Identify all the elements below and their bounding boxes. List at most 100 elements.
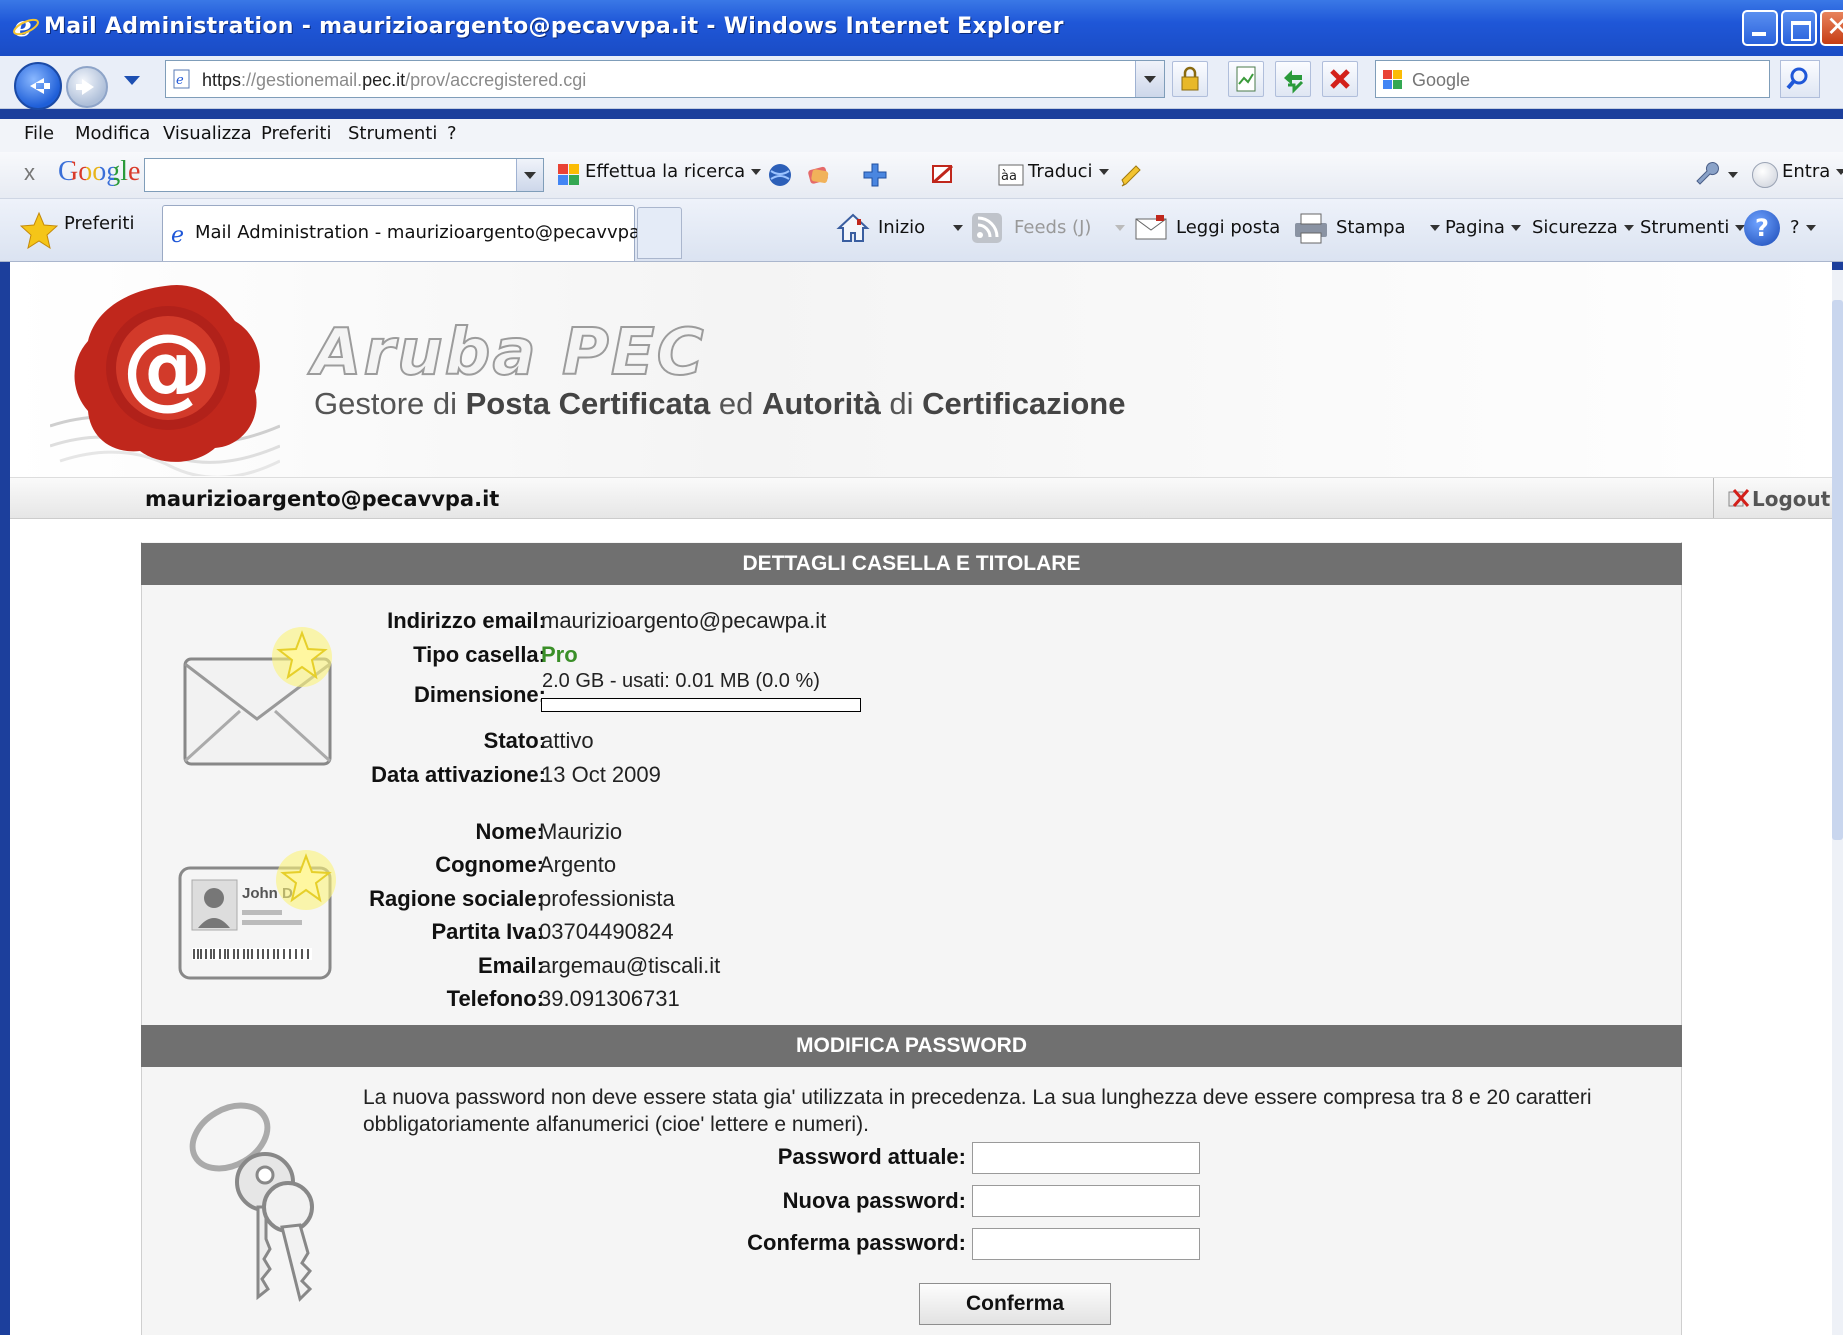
confirm-button[interactable]: Conferma bbox=[919, 1283, 1111, 1325]
stop-button[interactable] bbox=[1322, 61, 1358, 97]
vertical-scrollbar[interactable] bbox=[1832, 270, 1843, 1335]
favorites-tab-bar: Preferiti e Mail Administration - mauriz… bbox=[0, 199, 1843, 262]
svg-text:e: e bbox=[171, 223, 184, 246]
page-viewport: @ Aruba PEC Gestore di Posta Certificata… bbox=[10, 262, 1832, 1335]
new-password-label: Nuova password: bbox=[782, 1188, 966, 1213]
activation-date-value: 13 Oct 2009 bbox=[541, 762, 661, 787]
lock-icon bbox=[1181, 66, 1199, 91]
print-icon bbox=[1295, 213, 1327, 244]
password-rules-notice: La nuova password non deve essere stata … bbox=[363, 1086, 1592, 1136]
menu-file[interactable]: File bbox=[24, 123, 54, 144]
page-icon: e bbox=[173, 69, 190, 89]
phone-value: 39.091306731 bbox=[539, 986, 680, 1011]
menu-bar: File Modifica Visualizza Preferiti Strum… bbox=[0, 119, 1843, 153]
name-value: Maurizio bbox=[539, 819, 623, 844]
menu-strumenti[interactable]: Strumenti bbox=[348, 123, 437, 144]
confirm-password-input[interactable] bbox=[972, 1228, 1200, 1260]
search-go-button[interactable] bbox=[1780, 60, 1820, 98]
confirm-password-label: Conferma password: bbox=[747, 1230, 966, 1255]
minimize-button[interactable] bbox=[1742, 10, 1778, 46]
help-menu-button[interactable]: ? bbox=[1790, 217, 1816, 238]
menu-preferiti[interactable]: Preferiti bbox=[261, 123, 332, 144]
current-password-label: Password attuale: bbox=[777, 1144, 966, 1169]
home-icon bbox=[836, 213, 870, 242]
current-password-input[interactable] bbox=[972, 1142, 1200, 1174]
email-value: maurizioargento@pecawpa.it bbox=[541, 608, 827, 633]
size-label: Dimensione: bbox=[413, 682, 546, 707]
ie-tab-icon: e bbox=[171, 223, 184, 246]
wrench-icon[interactable] bbox=[1694, 162, 1720, 188]
signin-button[interactable]: Entra bbox=[1782, 161, 1843, 182]
user-bar: maurizioargento@pecavvpa.it Logout bbox=[10, 477, 1832, 519]
mailbox-type-value: Pro bbox=[541, 642, 578, 667]
email-label: Indirizzo email: bbox=[387, 608, 546, 633]
title-bar: e Mail Administration - maurizioargento@… bbox=[0, 0, 1843, 56]
google-toolbar: x Google Effettua la ricerca àa Traduci … bbox=[0, 152, 1843, 199]
print-button[interactable]: Stampa bbox=[1336, 217, 1440, 238]
help-icon[interactable]: ? bbox=[1744, 210, 1780, 246]
address-bar[interactable]: e https://gestionemail.pec.it/prov/accre… bbox=[165, 60, 1165, 98]
restore-button[interactable] bbox=[1781, 10, 1817, 46]
keys-icon bbox=[189, 1102, 314, 1302]
home-button[interactable]: Inizio bbox=[878, 217, 964, 238]
owner-email-label: Email: bbox=[477, 953, 544, 978]
settings-dropdown-icon[interactable] bbox=[1728, 172, 1738, 178]
signin-circle-icon bbox=[1752, 162, 1778, 188]
favorites-button[interactable]: Preferiti bbox=[64, 213, 135, 234]
owner-email-value: argemau@tiscali.it bbox=[539, 953, 721, 978]
close-icon: ✕ bbox=[1826, 10, 1843, 43]
page-menu-button[interactable]: Pagina bbox=[1445, 217, 1521, 238]
highlighter-icon[interactable] bbox=[1118, 162, 1144, 188]
search-icon bbox=[1786, 67, 1808, 90]
translate-button[interactable]: Traduci bbox=[1028, 161, 1109, 182]
size-value: 2.0 GB - usati: 0.01 MB (0.0 %) bbox=[542, 670, 820, 692]
lock-button[interactable] bbox=[1172, 61, 1208, 97]
browser-tab-active[interactable]: e Mail Administration - maurizioargento@… bbox=[162, 205, 658, 261]
scrollbar-thumb[interactable] bbox=[1832, 300, 1843, 840]
close-window-button[interactable]: ✕ bbox=[1820, 10, 1843, 46]
svg-text:e: e bbox=[176, 73, 184, 88]
search-box[interactable] bbox=[1375, 60, 1770, 98]
bookmarks-icon[interactable] bbox=[806, 162, 832, 188]
menu-modifica[interactable]: Modifica bbox=[75, 123, 150, 144]
read-mail-button[interactable]: Leggi posta bbox=[1176, 217, 1280, 238]
surname-label: Cognome: bbox=[435, 852, 544, 877]
close-toolbar-icon[interactable]: x bbox=[24, 160, 35, 186]
restore-icon bbox=[1791, 21, 1811, 41]
status-value: attivo bbox=[541, 728, 594, 753]
menu-visualizza[interactable]: Visualizza bbox=[163, 123, 252, 144]
security-menu-button[interactable]: Sicurezza bbox=[1532, 217, 1634, 238]
menu-help[interactable]: ? bbox=[447, 123, 457, 144]
feeds-button[interactable]: Feeds (J) bbox=[1014, 217, 1126, 238]
new-tab-button[interactable] bbox=[637, 207, 682, 259]
back-button[interactable] bbox=[14, 62, 62, 110]
tab-title: Mail Administration - maurizioargento@pe… bbox=[195, 222, 658, 243]
history-dropdown-icon[interactable] bbox=[124, 76, 140, 85]
refresh-button[interactable] bbox=[1275, 61, 1311, 97]
minimize-icon bbox=[1752, 32, 1766, 36]
logged-user: maurizioargento@pecavvpa.it bbox=[145, 487, 500, 511]
add-button-icon[interactable] bbox=[862, 162, 888, 188]
company-value: professionista bbox=[539, 886, 675, 911]
logout-button[interactable]: Logout bbox=[1713, 478, 1832, 518]
google-toolbar-input[interactable] bbox=[144, 158, 544, 192]
ie-window: e Mail Administration - maurizioargento@… bbox=[0, 0, 1843, 1335]
globe-icon[interactable] bbox=[767, 162, 793, 188]
name-label: Nome: bbox=[475, 819, 544, 844]
brand-name: Aruba PEC bbox=[311, 315, 706, 391]
google-logo: Google bbox=[58, 156, 141, 187]
aruba-seal-logo: @ bbox=[50, 284, 280, 476]
compatibility-button[interactable] bbox=[1228, 61, 1264, 97]
surname-value: Argento bbox=[539, 852, 617, 877]
tools-menu-button[interactable]: Strumenti bbox=[1640, 217, 1746, 238]
search-web-button[interactable]: Effettua la ricerca bbox=[585, 161, 762, 182]
site-header: @ Aruba PEC Gestore di Posta Certificata… bbox=[10, 262, 1832, 477]
brand-tagline: Gestore di Posta Certificata ed Autorità… bbox=[314, 386, 1126, 421]
google-input-dropdown[interactable] bbox=[516, 159, 543, 191]
url-dropdown-button[interactable] bbox=[1135, 61, 1164, 97]
forward-button[interactable] bbox=[66, 66, 108, 108]
chevron-down-icon bbox=[1144, 76, 1156, 83]
popup-blocker-icon[interactable] bbox=[930, 162, 956, 188]
search-input[interactable] bbox=[1410, 67, 1754, 93]
new-password-input[interactable] bbox=[972, 1185, 1200, 1217]
